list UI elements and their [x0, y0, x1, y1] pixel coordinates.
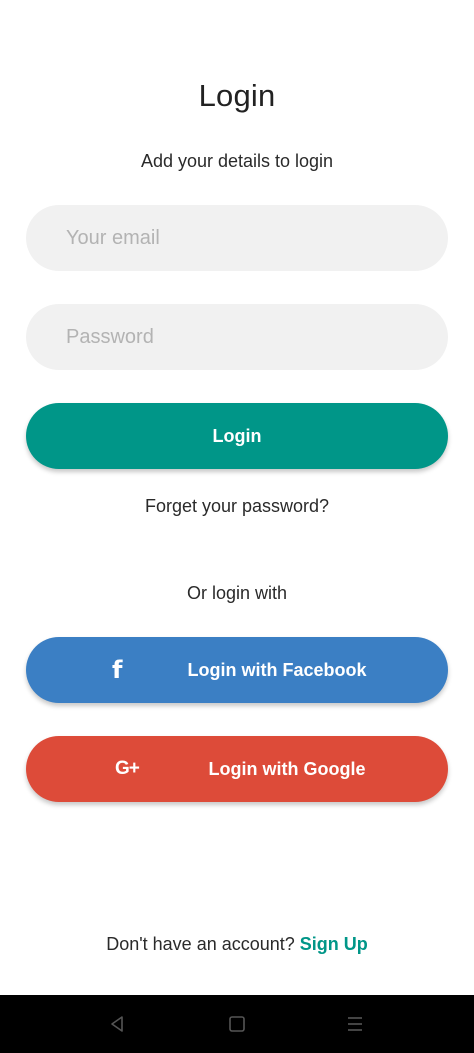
google-login-label: Login with Google — [208, 759, 366, 779]
signup-prompt-row: Don't have an account? Sign Up — [0, 934, 474, 955]
recent-apps-button[interactable] — [335, 1005, 375, 1043]
menu-icon — [348, 1017, 362, 1031]
facebook-icon: f — [112, 656, 123, 684]
google-plus-icon: G+ — [115, 758, 140, 779]
google-login-button[interactable]: G+ Login with Google — [26, 736, 448, 802]
forgot-password-link[interactable]: Forget your password? — [0, 496, 474, 517]
page-subtitle: Add your details to login — [140, 151, 334, 171]
password-field[interactable] — [26, 304, 448, 370]
login-button[interactable]: Login — [26, 403, 448, 469]
back-icon — [111, 1016, 123, 1032]
facebook-login-label: Login with Facebook — [187, 660, 367, 680]
signup-prompt-text: Don't have an account? — [106, 934, 295, 954]
system-navigation-bar — [0, 995, 474, 1053]
email-field[interactable] — [26, 205, 448, 271]
login-screen: Login Add your details to login Login Fo… — [0, 0, 474, 995]
signup-link[interactable]: Sign Up — [300, 934, 368, 954]
login-button-label: Login — [212, 426, 262, 446]
social-login-heading: Or login with — [186, 583, 288, 603]
home-icon — [229, 1016, 245, 1032]
page-title: Login — [198, 78, 276, 113]
home-button[interactable] — [217, 1005, 257, 1043]
facebook-login-button[interactable]: f Login with Facebook — [26, 637, 448, 703]
back-button[interactable] — [97, 1005, 137, 1043]
